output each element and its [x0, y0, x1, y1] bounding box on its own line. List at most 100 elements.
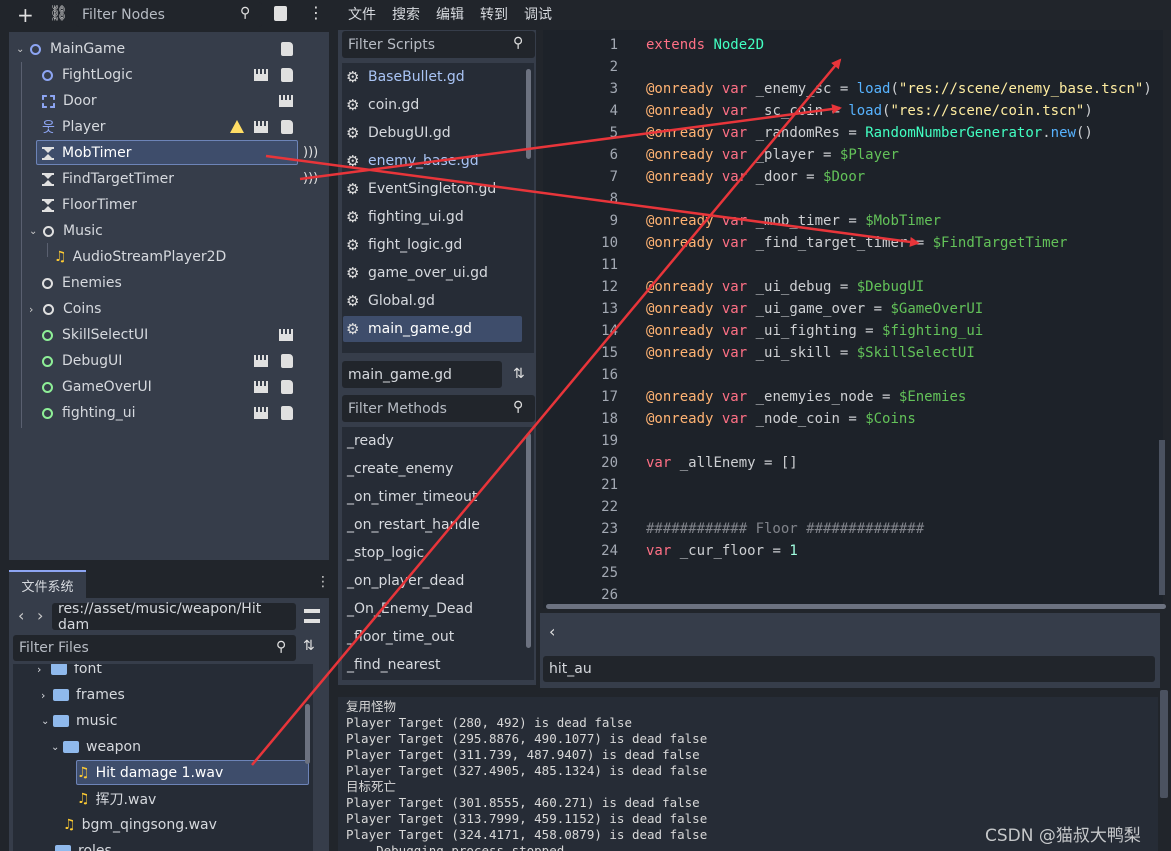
scene-node-row[interactable]: ⌄ MainGame: [16, 36, 428, 62]
method-item[interactable]: _create_enemy: [347, 456, 453, 482]
output-scrollbar[interactable]: [1160, 690, 1168, 798]
scrollbar[interactable]: [526, 433, 531, 648]
method-item[interactable]: _on_restart_handle: [347, 512, 480, 538]
file-item-audio[interactable]: ♫ Hit damage 1.wav: [77, 760, 223, 786]
method-item[interactable]: _On_Enemy_Dead: [347, 596, 473, 622]
filter-nodes-input[interactable]: Filter Nodes: [76, 2, 262, 27]
menu-goto[interactable]: 转到: [480, 4, 508, 24]
scrollbar[interactable]: [305, 704, 310, 764]
script-icon[interactable]: [281, 120, 293, 134]
filter-scripts-input[interactable]: Filter Scripts: [342, 31, 535, 58]
scene-node-row[interactable]: ♫ AudioStreamPlayer2D: [54, 244, 491, 270]
open-scene-icon[interactable]: [254, 69, 268, 81]
tab-filesystem[interactable]: 文件系统: [9, 570, 86, 598]
scene-node-row[interactable]: fighting_ui: [42, 400, 412, 426]
back-arrow-icon[interactable]: ‹: [18, 606, 24, 625]
scrollbar[interactable]: [526, 69, 531, 159]
menu-dots-icon[interactable]: ⋮: [308, 3, 324, 22]
menu-debug[interactable]: 调试: [524, 4, 552, 24]
method-item[interactable]: _floor_time_out: [347, 624, 454, 650]
collapse-arrow-icon[interactable]: ⌄: [29, 226, 41, 237]
open-scene-icon[interactable]: [279, 329, 293, 341]
method-item[interactable]: _find_nearest: [347, 652, 441, 678]
signal-icon[interactable]: ))): [303, 145, 318, 160]
script-item[interactable]: ⚙ fighting_ui.gd: [346, 204, 464, 230]
script-icon[interactable]: [281, 354, 293, 368]
sort-icon[interactable]: ⇅: [513, 366, 525, 382]
script-item[interactable]: ⚙ EventSingleton.gd: [346, 176, 496, 202]
signal-icon[interactable]: ))): [303, 171, 318, 186]
file-item-folder[interactable]: ⌄ weapon: [51, 734, 141, 760]
script-item[interactable]: ⚙ DebugUI.gd: [346, 120, 451, 146]
script-icon[interactable]: [281, 406, 293, 420]
script-item[interactable]: ⚙ coin.gd: [346, 92, 419, 118]
script-item[interactable]: ⚙ BaseBullet.gd: [346, 64, 465, 90]
scene-node-row[interactable]: 웃 Player: [42, 114, 382, 140]
file-item-audio[interactable]: ♫ bgm_qingsong.wav: [63, 812, 217, 838]
scene-node-row[interactable]: SkillSelectUI: [42, 322, 425, 348]
open-scene-icon[interactable]: [254, 121, 268, 133]
add-node-icon[interactable]: +: [17, 3, 34, 27]
collapse-arrow-icon[interactable]: ⌄: [51, 742, 63, 753]
menu-search[interactable]: 搜索: [392, 4, 420, 24]
open-scene-icon[interactable]: [279, 95, 293, 107]
open-scene-icon[interactable]: [254, 381, 268, 393]
expand-arrow-icon[interactable]: ›: [41, 689, 53, 702]
script-icon[interactable]: [281, 380, 293, 394]
collapse-arrow-icon[interactable]: ⌄: [41, 716, 53, 727]
code-token: _cur_floor =: [671, 543, 790, 559]
sort-icon[interactable]: ⇅: [303, 638, 315, 654]
code-token: _door =: [747, 169, 824, 185]
editor-vscrollbar[interactable]: [1159, 440, 1165, 595]
menu-file[interactable]: 文件: [348, 4, 376, 24]
scene-node-row[interactable]: › Coins: [29, 296, 326, 322]
path-field[interactable]: res://asset/music/weapon/Hit dam: [52, 601, 296, 633]
forward-arrow-icon[interactable]: ›: [37, 606, 43, 625]
expand-arrow-icon[interactable]: ›: [37, 664, 51, 676]
scene-node-row[interactable]: ⌄ Music: [29, 218, 326, 244]
script-item[interactable]: ⚙ fight_logic.gd: [346, 232, 462, 258]
attach-script-icon[interactable]: [274, 6, 287, 21]
method-item[interactable]: _on_timer_timeout: [347, 484, 477, 510]
collapse-arrow-icon[interactable]: ⌄: [16, 44, 28, 55]
script-item[interactable]: ⚙ enemy_base.gd: [346, 148, 479, 174]
method-item[interactable]: _stop_logic: [347, 540, 424, 566]
open-scene-icon[interactable]: [254, 355, 268, 367]
scene-node-row[interactable]: GameOverUI: [42, 374, 428, 400]
script-item[interactable]: ⚙ Global.gd: [346, 288, 435, 314]
script-icon[interactable]: [281, 68, 293, 82]
scene-node-row[interactable]: Door: [42, 88, 373, 114]
filter-methods-input[interactable]: Filter Methods: [342, 395, 535, 422]
script-item[interactable]: ⚙ main_game.gd: [346, 316, 472, 342]
link-icon[interactable]: ⛓: [49, 4, 68, 22]
menu-dots-icon[interactable]: ⋮: [316, 574, 330, 590]
filter-files-input[interactable]: Filter Files: [13, 635, 296, 661]
code-editor[interactable]: 1 extends Node2D 2 3 @onready var _enemy_sc …: [543, 30, 1163, 608]
method-item[interactable]: _ready: [347, 428, 394, 454]
scene-node-row[interactable]: FightLogic: [42, 62, 409, 88]
expand-arrow-icon[interactable]: ›: [29, 303, 41, 316]
scene-node-row[interactable]: MobTimer ))): [42, 140, 326, 166]
file-item-folder[interactable]: roles: [55, 838, 112, 851]
file-item-audio[interactable]: ♫ 挥刀.wav: [77, 786, 156, 812]
editor-hscrollbar[interactable]: [546, 604, 1166, 609]
chevron-left-icon[interactable]: ‹: [549, 622, 555, 641]
scene-node-row[interactable]: DebugUI: [42, 348, 399, 374]
warning-icon[interactable]: [230, 120, 244, 133]
file-item-folder[interactable]: › font: [37, 664, 102, 682]
node2d-icon: [42, 69, 53, 81]
method-item[interactable]: _on_player_dead: [347, 568, 464, 594]
menu-edit[interactable]: 编辑: [436, 4, 464, 24]
script-item[interactable]: ⚙ game_over_ui.gd: [346, 260, 488, 286]
script-label: DebugUI.gd: [368, 125, 451, 141]
scene-node-row[interactable]: FloorTimer: [42, 192, 326, 218]
script-icon[interactable]: [281, 42, 293, 56]
code-line: var _cur_floor = 1: [646, 543, 798, 559]
open-scene-icon[interactable]: [254, 407, 268, 419]
file-item-folder[interactable]: › frames: [41, 682, 125, 708]
scene-node-row[interactable]: FindTargetTimer ))): [42, 166, 326, 192]
scene-node-row[interactable]: Enemies: [42, 270, 326, 296]
search-field[interactable]: hit_au: [543, 656, 1155, 682]
split-view-icon[interactable]: [304, 609, 320, 623]
file-item-folder[interactable]: ⌄ music: [41, 708, 117, 734]
